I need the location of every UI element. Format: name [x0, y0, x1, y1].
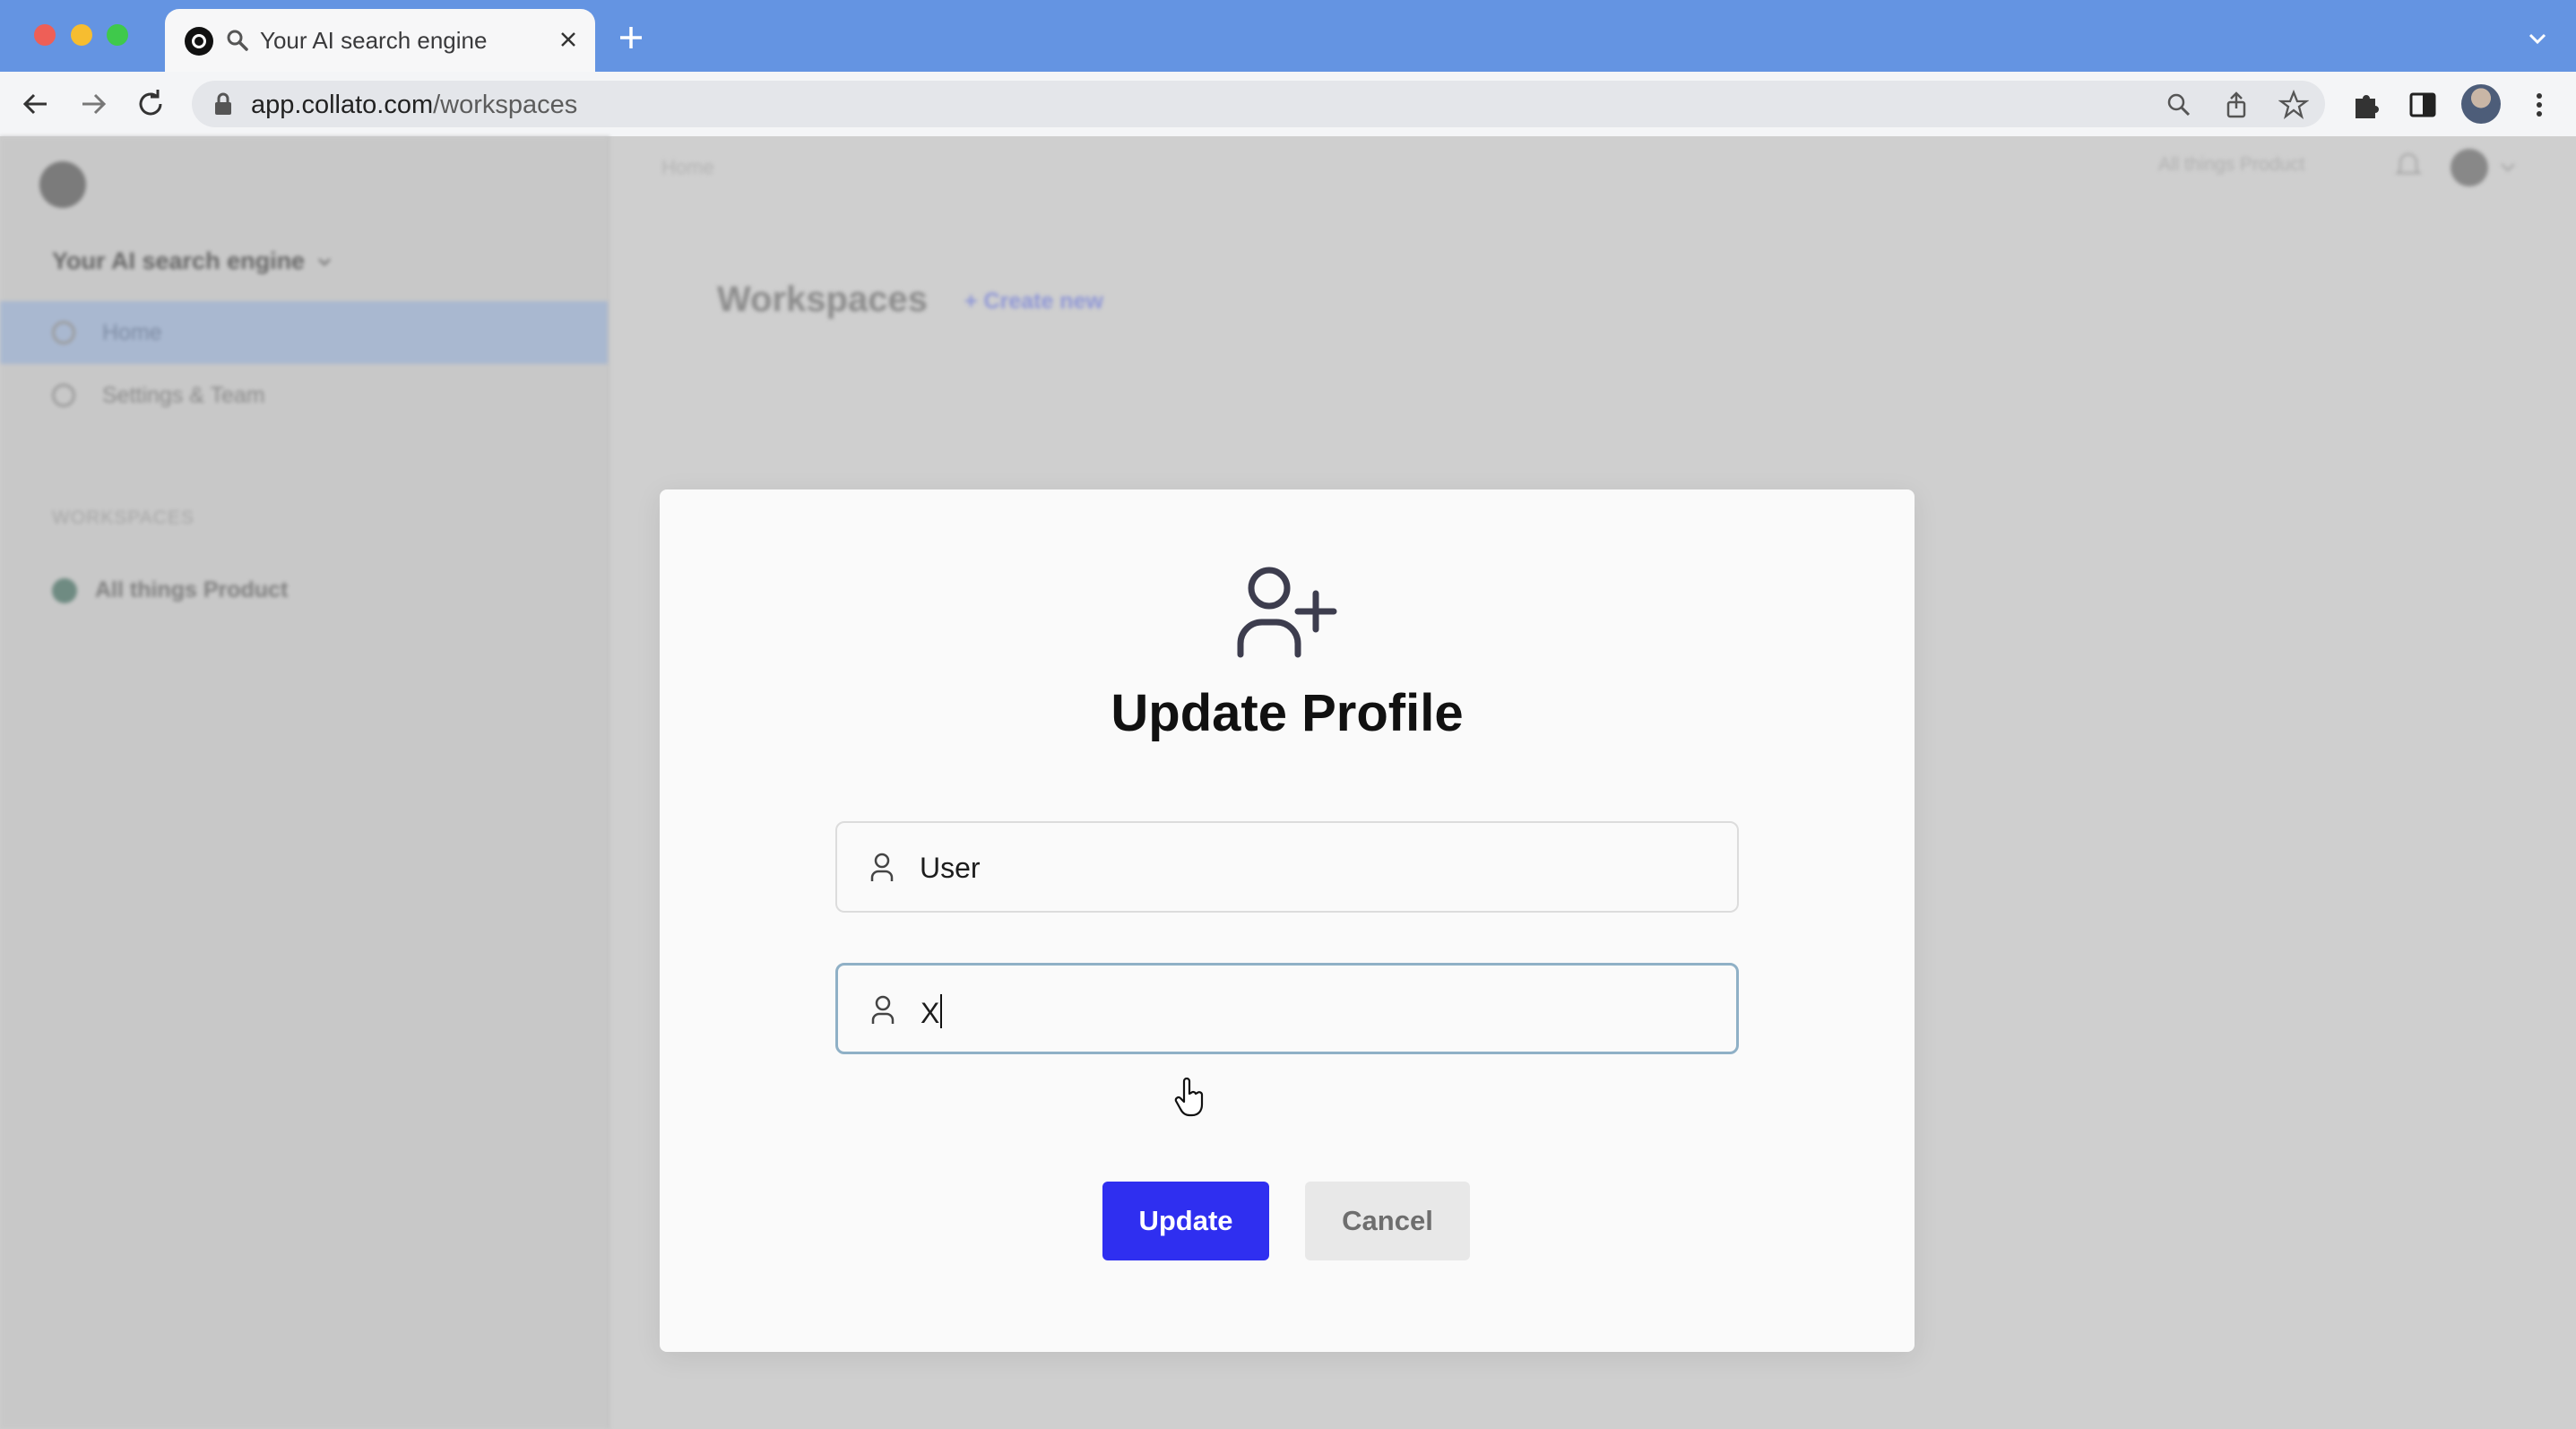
text-caret [940, 994, 943, 1028]
lock-icon [215, 92, 231, 115]
update-profile-modal: Update Profile User X Update Cancel [660, 489, 1915, 1352]
browser-toolbar: app.collato.com/workspaces [0, 72, 2576, 136]
hand-cursor-icon [1174, 1078, 1204, 1117]
first-name-value: User [920, 852, 981, 884]
url-text: app.collato.com/workspaces [251, 91, 578, 119]
avatar[interactable] [2451, 149, 2488, 186]
update-button[interactable]: Update [1102, 1182, 1269, 1260]
star-icon[interactable] [2278, 90, 2309, 120]
search-icon [227, 30, 248, 51]
forward-icon[interactable] [75, 86, 111, 122]
kebab-menu-icon[interactable] [2522, 88, 2556, 122]
sidebar-item-settings[interactable]: Settings & Team [0, 364, 608, 427]
zoom-icon[interactable] [2164, 90, 2194, 120]
cancel-button[interactable]: Cancel [1305, 1182, 1470, 1260]
sidebar-item-home[interactable]: Home [0, 301, 608, 364]
side-panel-icon[interactable] [2406, 88, 2440, 122]
chevron-down-icon[interactable] [2524, 25, 2551, 52]
close-icon[interactable] [552, 23, 584, 56]
gear-icon [52, 384, 75, 407]
app-content: Your AI search engine Home Settings & Te… [0, 136, 2576, 1429]
plus-icon[interactable] [615, 22, 647, 54]
sidebar-item-workspace[interactable]: All things Product [52, 577, 288, 603]
home-icon [52, 321, 75, 344]
workspace-icon [52, 577, 77, 603]
create-new-link[interactable]: + Create new [964, 289, 1103, 315]
tab-title: Your AI search engine [260, 27, 488, 54]
profile-avatar[interactable] [2461, 84, 2501, 124]
page-title: Workspaces [717, 280, 928, 319]
app-logo [39, 161, 86, 208]
bell-icon[interactable] [2390, 145, 2427, 183]
user-icon [870, 853, 894, 881]
workspace-switcher[interactable]: Your AI search engine [52, 247, 333, 275]
chevron-down-icon [318, 257, 331, 266]
reload-icon[interactable] [133, 86, 169, 122]
sidebar-section-label: WORKSPACES [52, 507, 194, 528]
window-zoom-button[interactable] [107, 24, 128, 46]
address-bar[interactable]: app.collato.com/workspaces [192, 81, 2325, 127]
last-name-field[interactable]: X [835, 963, 1739, 1054]
user-icon [871, 995, 895, 1024]
user-plus-icon [1237, 567, 1337, 658]
browser-tab[interactable]: Your AI search engine [165, 9, 595, 72]
breadcrumb[interactable]: Home [661, 156, 714, 179]
extensions-icon[interactable] [2348, 88, 2382, 122]
first-name-field[interactable]: User [835, 821, 1739, 913]
favicon-icon [185, 27, 213, 56]
workspace-select[interactable]: All things Product [2158, 154, 2304, 176]
chevron-down-icon[interactable] [2497, 156, 2519, 178]
share-icon[interactable] [2221, 90, 2252, 120]
back-icon[interactable] [18, 86, 54, 122]
window-close-button[interactable] [34, 24, 56, 46]
browser-tab-bar: Your AI search engine [0, 0, 2576, 72]
modal-title: Update Profile [1111, 684, 1464, 742]
last-name-value: X [921, 994, 943, 1030]
window-minimize-button[interactable] [71, 24, 92, 46]
sidebar: Your AI search engine Home Settings & Te… [0, 136, 609, 1429]
